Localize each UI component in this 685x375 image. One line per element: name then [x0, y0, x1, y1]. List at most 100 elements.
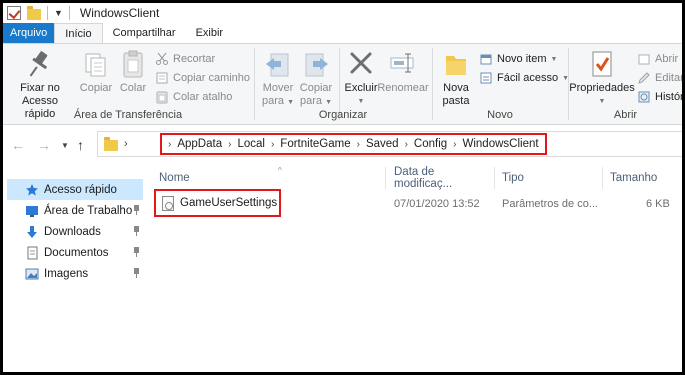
nav-item-desktop[interactable]: Área de Trabalho — [7, 200, 143, 221]
new-folder-icon — [442, 48, 470, 80]
properties-quick-access-icon[interactable] — [7, 6, 21, 20]
copy-path-label: Copiar caminho — [173, 72, 251, 84]
paste-shortcut-button[interactable]: Colar atalho — [155, 88, 232, 106]
window-title: WindowsClient — [79, 6, 160, 20]
history-button[interactable]: Históri — [637, 88, 682, 106]
nav-item-label: Documentos — [44, 246, 109, 259]
breadcrumb-windowsclient[interactable]: WindowsClient — [463, 138, 539, 150]
nav-item-documents[interactable]: Documentos — [7, 242, 143, 263]
rename-button[interactable]: Renomear — [377, 48, 429, 95]
scissors-icon — [155, 52, 169, 66]
column-header-name[interactable]: Nome — [153, 167, 386, 189]
breadcrumb-local[interactable]: Local — [237, 138, 265, 150]
new-item-chevron-icon: ▼ — [550, 55, 558, 63]
breadcrumb-appdata[interactable]: AppData — [177, 138, 222, 150]
column-header-size[interactable]: Tamanho — [604, 167, 679, 189]
nav-item-quick-access[interactable]: Acesso rápido — [7, 179, 143, 200]
breadcrumb-chevron-icon[interactable]: › — [271, 139, 274, 150]
pin-icon[interactable] — [132, 204, 141, 216]
title-separator — [68, 6, 70, 20]
breadcrumb-chevron-icon[interactable]: › — [453, 139, 456, 150]
file-type: Parâmetros de co... — [502, 198, 598, 210]
edit-button[interactable]: Editar — [637, 69, 682, 87]
copy-to-label-line2: para ▼ — [299, 95, 333, 107]
move-to-button[interactable]: Mover para ▼ — [259, 48, 297, 109]
tab-home[interactable]: Início — [54, 23, 103, 43]
edit-pencil-icon — [637, 71, 651, 85]
recent-locations-chevron-icon[interactable]: ▼ — [61, 141, 69, 150]
breadcrumb-chevron-icon[interactable]: › — [405, 139, 408, 150]
move-to-label-line2: para ▼ — [261, 95, 295, 107]
document-icon — [27, 246, 38, 259]
copy-to-label-line1: Copiar — [299, 82, 333, 94]
new-item-button[interactable]: Novo item ▼ — [479, 50, 557, 68]
breadcrumb-saved[interactable]: Saved — [366, 138, 399, 150]
pin-icon[interactable] — [132, 267, 141, 279]
organize-group-label: Organizar — [318, 109, 368, 121]
column-header-date[interactable]: Data de modificaç... — [388, 166, 495, 190]
navigation-pane: Acesso rápido Área de Trabalho Downloads… — [3, 167, 147, 372]
customize-quick-access-chevron-icon[interactable]: ▼ — [54, 8, 63, 18]
rename-label: Renomear — [377, 82, 429, 94]
copy-to-folder-icon — [302, 48, 330, 80]
copy-to-button[interactable]: Copiar para ▼ — [297, 48, 335, 109]
paste-button[interactable]: Colar — [117, 48, 149, 95]
nav-item-label: Acesso rápido — [44, 183, 117, 196]
breadcrumb-chevron-icon[interactable]: › — [357, 139, 360, 150]
file-modified-date: 07/01/2020 13:52 — [394, 198, 480, 210]
copy-path-button[interactable]: Copiar caminho — [155, 69, 250, 87]
properties-label: Propriedades — [569, 82, 635, 94]
new-group-label: Novo — [487, 109, 513, 121]
address-root-chevron-icon[interactable]: › — [124, 138, 128, 150]
copy-button[interactable]: Copiar — [79, 48, 113, 95]
breadcrumb: › AppData › Local › FortniteGame › Saved… — [160, 133, 547, 155]
move-to-folder-icon — [264, 48, 292, 80]
properties-chevron-icon[interactable]: ▼ — [599, 95, 606, 108]
ribbon: Fixar no Acesso rápido Copiar Colar Reco… — [3, 43, 682, 125]
paste-shortcut-label: Colar atalho — [173, 91, 233, 103]
new-folder-quick-access-icon[interactable] — [27, 5, 41, 20]
history-icon — [637, 90, 651, 104]
breadcrumb-config[interactable]: Config — [414, 138, 447, 150]
properties-button[interactable]: Propriedades ▼ — [569, 48, 635, 108]
pictures-icon — [25, 268, 39, 279]
new-folder-label-line1: Nova — [443, 82, 469, 94]
new-group: Nova pasta Novo item ▼ Fácil acesso ▼ No… — [433, 44, 570, 124]
paste-label: Colar — [119, 82, 147, 94]
back-arrow-icon[interactable]: ← — [11, 137, 25, 153]
open-label: Abrir — [655, 53, 679, 65]
new-item-label: Novo item — [497, 53, 547, 65]
new-folder-button[interactable]: Nova pasta — [437, 48, 475, 108]
title-bar: ▼ WindowsClient — [3, 3, 682, 23]
address-bar[interactable]: › › AppData › Local › FortniteGame › Sav… — [97, 131, 682, 157]
tab-file[interactable]: Arquivo — [3, 23, 55, 43]
pin-icon[interactable] — [132, 246, 141, 258]
pushpin-icon — [26, 48, 54, 80]
copy-label: Copiar — [79, 82, 113, 94]
open-button[interactable]: Abrir — [637, 50, 678, 68]
tab-view[interactable]: Exibir — [186, 23, 234, 43]
delete-label: Excluir — [344, 82, 378, 94]
file-name-cell[interactable]: GameUserSettings — [154, 189, 281, 217]
delete-button[interactable]: Excluir ▼ — [343, 48, 379, 108]
organize-group: Mover para ▼ Copiar para ▼ Excluir ▼ Ren… — [255, 44, 431, 124]
settings-file-icon — [162, 195, 174, 211]
easy-access-button[interactable]: Fácil acesso ▼ — [479, 69, 569, 87]
nav-item-pictures[interactable]: Imagens — [7, 263, 143, 284]
new-item-icon — [479, 52, 493, 66]
delete-dropdown-chevron-icon[interactable]: ▼ — [358, 95, 365, 108]
ribbon-tabs: Arquivo Início Compartilhar Exibir — [3, 23, 682, 43]
breadcrumb-fortnitegame[interactable]: FortniteGame — [280, 138, 350, 150]
cut-button[interactable]: Recortar — [155, 50, 215, 68]
tab-share[interactable]: Compartilhar — [103, 23, 186, 43]
pin-icon[interactable] — [132, 225, 141, 237]
nav-item-label: Downloads — [44, 225, 101, 238]
breadcrumb-chevron-icon[interactable]: › — [168, 139, 171, 150]
column-header-type[interactable]: Tipo — [496, 167, 603, 189]
clipboard-group-label: Área de Transferência — [73, 109, 183, 121]
breadcrumb-chevron-icon[interactable]: › — [228, 139, 231, 150]
nav-item-downloads[interactable]: Downloads — [7, 221, 143, 242]
up-arrow-icon[interactable]: ↑ — [77, 137, 84, 153]
forward-arrow-icon[interactable]: → — [37, 137, 51, 153]
clipboard-icon — [119, 48, 147, 80]
